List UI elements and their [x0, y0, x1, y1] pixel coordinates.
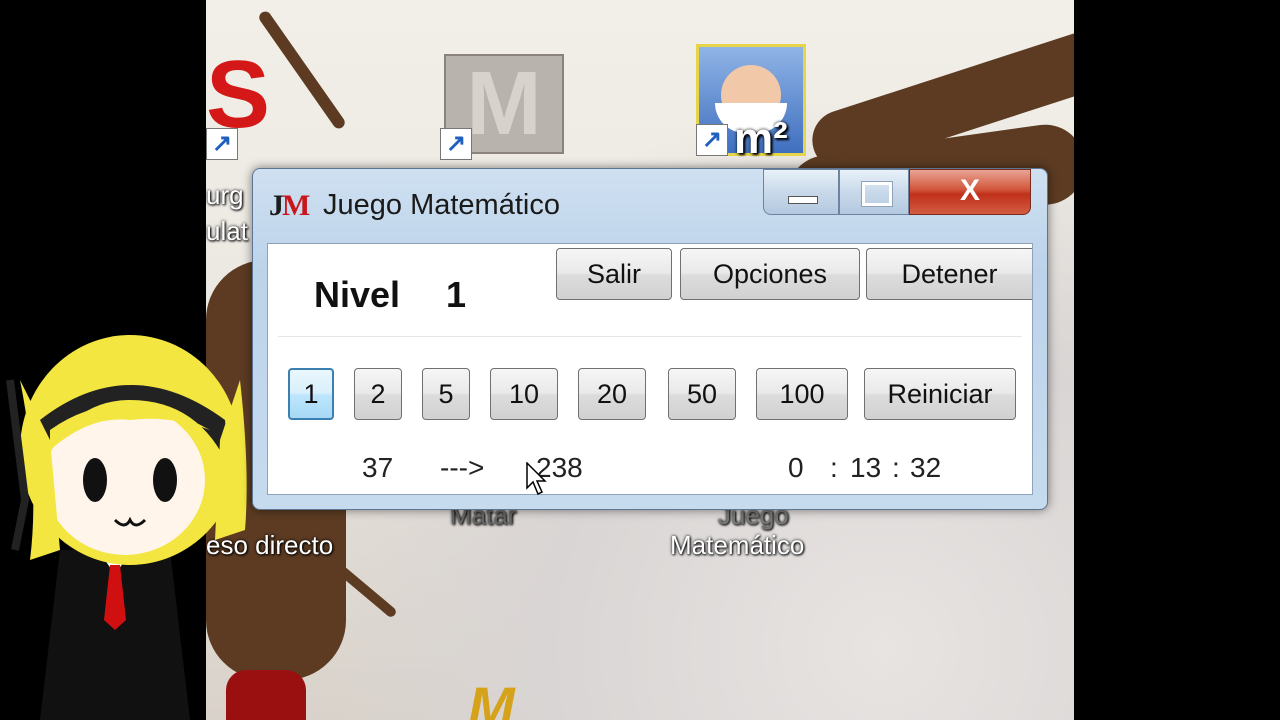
close-button[interactable]: X	[909, 169, 1031, 215]
coin-button-2[interactable]: 2	[354, 368, 402, 420]
detener-button[interactable]: Detener	[866, 248, 1032, 300]
current-value: 37	[362, 452, 394, 483]
timer-seconds: 32	[910, 452, 942, 483]
minimize-icon	[788, 196, 818, 204]
shortcut-arrow-icon: ↗	[440, 128, 472, 160]
m-squared-glyph: m²	[734, 114, 788, 163]
coin-button-1[interactable]: 1	[288, 368, 334, 420]
coin-button-100[interactable]: 100	[756, 368, 848, 420]
mouse-cursor-icon	[526, 462, 547, 496]
juego-matematico-window: JM Juego Matemático X Nivel 1 Salir Opci…	[252, 168, 1048, 510]
title-bar[interactable]: JM Juego Matemático X	[253, 169, 1047, 241]
coin-button-5[interactable]: 5	[422, 368, 470, 420]
divider	[278, 336, 1022, 337]
partial-m-logo-icon: M	[468, 675, 515, 720]
chibi-character	[6, 335, 247, 720]
coin-button-50[interactable]: 50	[668, 368, 736, 420]
opciones-button[interactable]: Opciones	[680, 248, 860, 300]
minimize-button[interactable]	[763, 169, 839, 215]
timer-separator: :	[830, 452, 838, 483]
desktop-shortcut-juego-matematico[interactable]: ↗ m²	[696, 44, 814, 164]
maximize-button[interactable]	[839, 169, 909, 215]
level-value: 1	[446, 274, 467, 315]
timer-hours: 0	[788, 452, 804, 483]
coin-button-20[interactable]: 20	[578, 368, 646, 420]
desktop-shortcut-s[interactable]: S ↗	[206, 40, 324, 180]
desktop-shortcut-matar[interactable]: M ↗	[440, 50, 564, 160]
salir-button[interactable]: Salir	[556, 248, 672, 300]
close-icon: X	[959, 174, 980, 207]
level-label: Nivel	[314, 274, 401, 315]
reiniciar-button[interactable]: Reiniciar	[864, 368, 1016, 420]
shortcut-arrow-icon: ↗	[696, 124, 728, 156]
jm-logo-icon: JM	[269, 189, 310, 222]
timer-separator: :	[892, 452, 900, 483]
shortcut-arrow-icon: ↗	[206, 128, 238, 160]
desktop-label: Matemático	[670, 530, 805, 560]
desktop-label: ulat	[206, 216, 248, 246]
arrow-indicator: --->	[440, 452, 485, 483]
window-title: Juego Matemático	[323, 189, 560, 221]
client-area: Nivel 1 Salir Opciones Detener 1 2 5 10 …	[267, 243, 1033, 496]
maximize-icon	[861, 181, 893, 207]
coin-button-10[interactable]: 10	[490, 368, 558, 420]
desktop-label: urg	[206, 180, 244, 210]
timer-minutes: 13	[850, 452, 882, 483]
